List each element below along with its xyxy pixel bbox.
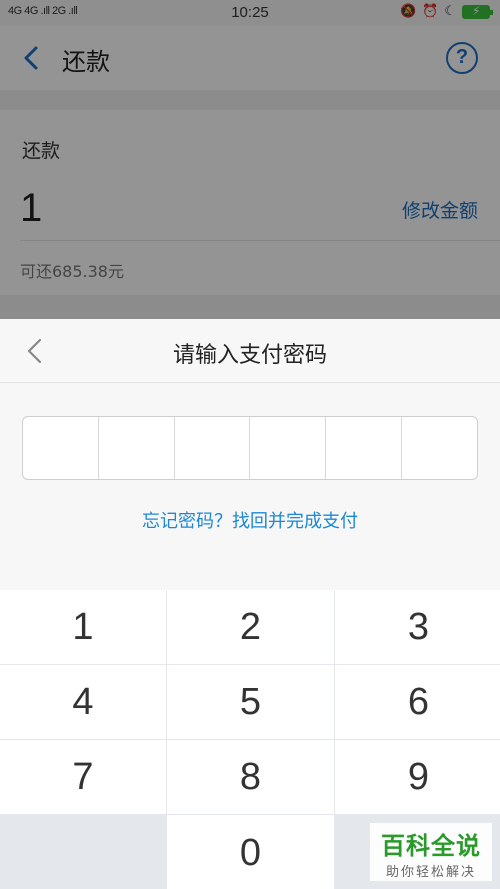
pin-cell <box>250 417 327 479</box>
key-2[interactable]: 2 <box>167 590 334 664</box>
key-3[interactable]: 3 <box>335 590 500 664</box>
pin-cell <box>175 417 251 479</box>
watermark-main: 百科全说 <box>381 832 481 860</box>
key-8[interactable]: 8 <box>167 740 334 814</box>
key-0[interactable]: 0 <box>167 815 334 889</box>
pin-cell <box>99 417 175 479</box>
pin-cell <box>402 417 477 479</box>
password-sheet: 请输入支付密码 忘记密码？找回并完成支付 1 2 3 4 5 6 7 8 9 0 <box>0 319 500 889</box>
forgot-password-link[interactable]: 忘记密码？找回并完成支付 <box>0 507 500 533</box>
key-blank-left <box>0 815 166 889</box>
key-5[interactable]: 5 <box>167 665 334 739</box>
key-9[interactable]: 9 <box>335 740 500 814</box>
watermark-sub: 助你轻松解决 <box>385 865 476 880</box>
pin-input[interactable] <box>22 416 478 480</box>
sheet-title: 请输入支付密码 <box>172 343 327 368</box>
key-1[interactable]: 1 <box>0 590 166 664</box>
key-4[interactable]: 4 <box>0 665 166 739</box>
watermark-logo: 百科全说 助你轻松解决 <box>370 823 492 881</box>
key-6[interactable]: 6 <box>335 665 500 739</box>
sheet-header: 请输入支付密码 <box>0 319 500 383</box>
pin-cell <box>23 417 99 479</box>
key-7[interactable]: 7 <box>0 740 166 814</box>
pin-cell <box>326 417 403 479</box>
